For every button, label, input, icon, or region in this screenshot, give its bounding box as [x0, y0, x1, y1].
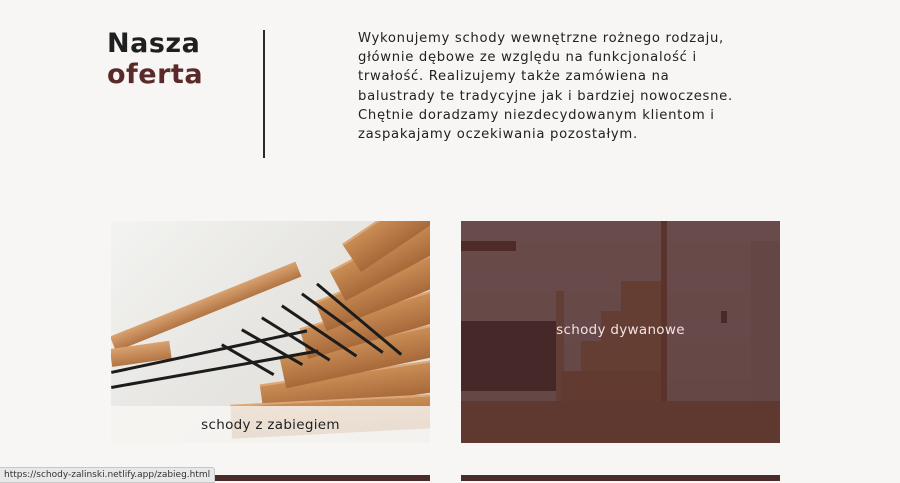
offer-card-schody-z-zabiegiem[interactable]: schody z zabiegiem: [111, 221, 430, 443]
heading-line-1: Nasza: [107, 28, 201, 59]
offer-card-label: schody z zabiegiem: [201, 416, 340, 433]
section-heading: Nasza oferta: [107, 28, 203, 90]
intro-paragraph: Wykonujemy schody wewnętrzne rożnego rod…: [358, 31, 733, 143]
offer-card-caption: schody z zabiegiem: [111, 406, 430, 443]
offer-card-label: schody dywanowe: [556, 322, 685, 338]
offer-card-schody-dywanowe[interactable]: schody dywanowe: [461, 221, 780, 443]
vertical-divider: [263, 30, 265, 158]
offer-card-next-2[interactable]: [461, 475, 780, 481]
heading-line-2: oferta: [107, 59, 204, 90]
